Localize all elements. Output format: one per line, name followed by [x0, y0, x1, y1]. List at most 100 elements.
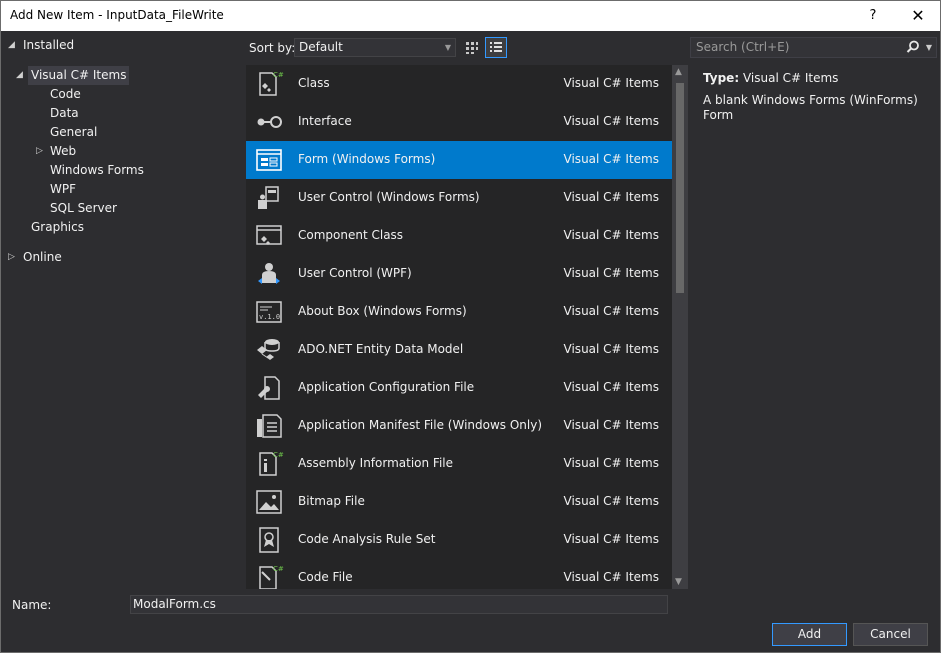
scrollbar-thumb[interactable] [676, 83, 684, 293]
type-label: Type: [703, 71, 740, 85]
item-name: Code File [298, 570, 353, 584]
list-item-code-file[interactable]: C# Code File Visual C# Items [246, 559, 672, 589]
search-options-chevron-icon[interactable]: ▼ [926, 38, 932, 57]
manifest-file-icon [257, 414, 282, 438]
item-name: Application Manifest File (Windows Only) [298, 418, 543, 432]
scroll-up-arrow-icon[interactable]: ▲ [675, 67, 682, 77]
title-bar: Add New Item - InputData_FileWrite ? ✕ [0, 0, 941, 31]
add-button[interactable]: Add [772, 623, 847, 646]
expanded-arrow-icon[interactable]: ◢ [16, 66, 23, 85]
tree-node-code[interactable]: Code [50, 85, 81, 104]
item-name: Assembly Information File [298, 456, 454, 470]
item-category: Visual C# Items [563, 152, 659, 166]
item-category: Visual C# Items [563, 532, 659, 546]
list-item-user-control-windows-forms[interactable]: User Control (Windows Forms) Visual C# I… [246, 179, 672, 217]
item-category: Visual C# Items [563, 342, 659, 356]
item-category: Visual C# Items [563, 456, 659, 470]
code-file-icon: C# [259, 565, 284, 589]
list-scrollbar[interactable]: ▲ ▼ [672, 65, 688, 589]
item-name: User Control (WPF) [298, 266, 412, 280]
item-name: Form (Windows Forms) [298, 152, 436, 166]
item-name: Class [298, 76, 330, 90]
item-category: Visual C# Items [563, 418, 659, 432]
item-name: About Box (Windows Forms) [298, 304, 467, 318]
tree-node-online[interactable]: Online [23, 248, 62, 267]
item-name: User Control (Windows Forms) [298, 190, 480, 204]
item-category: Visual C# Items [563, 380, 659, 394]
search-icon[interactable] [906, 40, 920, 54]
svg-text:v.1.0: v.1.0 [259, 313, 280, 321]
tree-node-sql-server[interactable]: SQL Server [50, 199, 117, 218]
tree-node-visual-csharp-items[interactable]: Visual C# Items [28, 66, 130, 85]
help-button[interactable]: ? [863, 5, 883, 27]
bitmap-file-icon [256, 490, 282, 514]
item-category: Visual C# Items [563, 114, 659, 128]
item-name: Application Configuration File [298, 380, 475, 394]
list-item-ado-net-entity-data-model[interactable]: ADO.NET Entity Data Model Visual C# Item… [246, 331, 672, 369]
item-description: A blank Windows Forms (WinForms) Form [703, 93, 918, 122]
item-category: Visual C# Items [563, 228, 659, 242]
chevron-down-icon: ▼ [444, 43, 451, 52]
interface-icon [257, 116, 282, 128]
item-category: Visual C# Items [563, 494, 659, 508]
item-name: Component Class [298, 228, 404, 242]
item-category: Visual C# Items [563, 304, 659, 318]
tree-node-windows-forms[interactable]: Windows Forms [50, 161, 144, 180]
rule-set-icon [259, 527, 279, 553]
collapsed-arrow-icon[interactable]: ▷ [8, 248, 15, 267]
list-item-about-box[interactable]: v.1.0 About Box (Windows Forms) Visual C… [246, 293, 672, 331]
name-input[interactable]: ModalForm.cs [130, 595, 668, 614]
window-title: Add New Item - InputData_FileWrite [10, 8, 224, 22]
cancel-button[interactable]: Cancel [853, 623, 928, 646]
item-name: Code Analysis Rule Set [298, 532, 436, 546]
list-item-user-control-wpf[interactable]: User Control (WPF) Visual C# Items [246, 255, 672, 293]
entity-model-icon [257, 339, 280, 360]
list-item-application-manifest-file[interactable]: Application Manifest File (Windows Only)… [246, 407, 672, 445]
type-value: Visual C# Items [742, 71, 839, 85]
list-item-form-windows-forms[interactable]: Form (Windows Forms) Visual C# Items [246, 141, 672, 179]
expanded-arrow-icon[interactable]: ◢ [8, 36, 15, 55]
tree-node-installed[interactable]: Installed [23, 36, 74, 55]
class-icon: C# [259, 71, 284, 96]
item-category: Visual C# Items [563, 76, 659, 90]
tree-node-data[interactable]: Data [50, 104, 79, 123]
sort-by-dropdown[interactable]: Default ▼ [294, 38, 456, 57]
grid-view-icon [466, 42, 478, 54]
list-item-application-configuration-file[interactable]: Application Configuration File Visual C#… [246, 369, 672, 407]
svg-text:C#: C# [273, 565, 284, 573]
list-item-class[interactable]: C# Class Visual C# Items [246, 65, 672, 103]
item-name: Interface [298, 114, 352, 128]
tree-node-web[interactable]: Web [50, 142, 76, 161]
list-item-assembly-information-file[interactable]: C# Assembly Information File Visual C# I… [246, 445, 672, 483]
close-button[interactable]: ✕ [906, 5, 930, 27]
svg-text:C#: C# [273, 71, 284, 79]
list-item-component-class[interactable]: Component Class Visual C# Items [246, 217, 672, 255]
list-item-bitmap-file[interactable]: Bitmap File Visual C# Items [246, 483, 672, 521]
search-input[interactable]: Search (Ctrl+E) ▼ [690, 37, 937, 58]
about-box-icon: v.1.0 [256, 301, 282, 323]
item-name: ADO.NET Entity Data Model [298, 342, 464, 356]
name-label: Name: [12, 598, 52, 612]
config-file-icon [258, 376, 280, 400]
list-item-code-analysis-rule-set[interactable]: Code Analysis Rule Set Visual C# Items [246, 521, 672, 559]
tree-node-graphics[interactable]: Graphics [31, 218, 84, 237]
collapsed-arrow-icon[interactable]: ▷ [36, 142, 43, 161]
list-item-interface[interactable]: Interface Visual C# Items [246, 103, 672, 141]
search-placeholder: Search (Ctrl+E) [696, 40, 790, 54]
tree-node-general[interactable]: General [50, 123, 97, 142]
assembly-info-icon: C# [259, 451, 284, 476]
details-pane: Type: Visual C# Items A blank Windows Fo… [703, 71, 928, 123]
list-view-button[interactable] [485, 37, 507, 58]
template-list: C# Class Visual C# Items Interface Visua… [246, 65, 672, 589]
list-view-icon [490, 42, 502, 52]
wpf-user-control-icon [258, 263, 280, 284]
medium-icons-view-button[interactable] [461, 37, 483, 58]
item-category: Visual C# Items [563, 570, 659, 584]
scroll-down-arrow-icon[interactable]: ▼ [675, 577, 682, 587]
component-class-icon [256, 225, 282, 245]
item-category: Visual C# Items [563, 266, 659, 280]
svg-text:C#: C# [273, 451, 284, 459]
user-control-icon [258, 186, 279, 209]
tree-node-wpf[interactable]: WPF [50, 180, 76, 199]
sort-by-value: Default [299, 40, 343, 54]
